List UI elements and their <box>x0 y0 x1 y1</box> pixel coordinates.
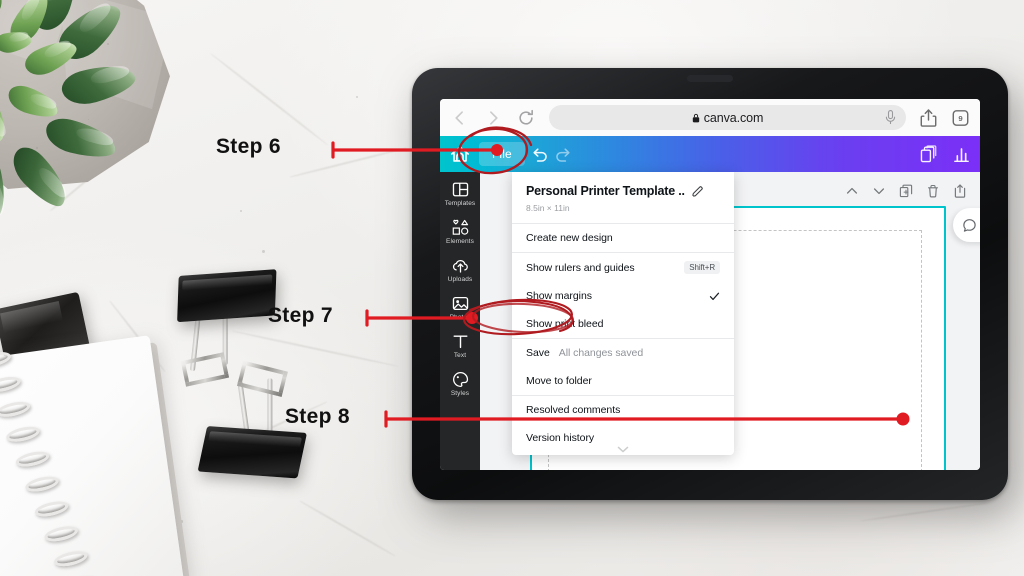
menu-item-shortcut: Shift+R <box>684 261 720 274</box>
sidebar-label-elements: Elements <box>446 238 474 245</box>
pencil-icon[interactable] <box>691 185 704 198</box>
tablet-screen: canva.com 9 File Templates Elements Uplo… <box>440 99 980 470</box>
menu-item-label: Resolved comments <box>526 404 621 416</box>
file-dropdown-menu: Personal Printer Template .. 8.5in × 11i… <box>512 172 734 455</box>
page-toolbar <box>845 184 967 198</box>
menu-item-label: Show print bleed <box>526 318 604 330</box>
trash-icon[interactable] <box>926 184 940 198</box>
elements-icon <box>452 219 468 235</box>
address-bar[interactable]: canva.com <box>549 105 906 130</box>
menu-header: Personal Printer Template .. 8.5in × 11i… <box>512 172 734 223</box>
comment-button[interactable] <box>953 208 980 242</box>
canva-home-icon[interactable] <box>449 144 471 164</box>
text-icon <box>453 335 467 349</box>
menu-item-save[interactable]: Save All changes saved <box>512 339 734 367</box>
comment-bubble-icon <box>963 218 976 232</box>
menu-item-show-margins[interactable]: Show margins <box>512 282 734 310</box>
duplicate-pages-icon[interactable] <box>919 144 938 164</box>
arrow-right-icon[interactable] <box>483 108 503 128</box>
chevron-down-icon[interactable] <box>617 446 629 453</box>
photos-icon <box>452 296 468 311</box>
menu-item-label: Create new design <box>526 232 613 244</box>
templates-icon <box>452 182 468 197</box>
upload-cloud-icon <box>452 260 468 273</box>
canva-sidebar: Templates Elements Uploads Photos Text S… <box>440 172 480 470</box>
binder-clip <box>174 268 301 387</box>
redo-icon[interactable] <box>554 145 573 164</box>
file-button[interactable]: File <box>479 142 525 166</box>
document-size: 8.5in × 11in <box>526 203 570 213</box>
sidebar-item-text[interactable]: Text <box>440 332 480 359</box>
menu-item-label: Save <box>526 347 550 359</box>
menu-item-show-print-bleed[interactable]: Show print bleed <box>512 310 734 338</box>
browser-toolbar: canva.com 9 <box>440 99 980 136</box>
reload-icon[interactable] <box>516 108 536 128</box>
add-page-icon[interactable] <box>953 184 967 198</box>
chart-icon[interactable] <box>952 145 971 164</box>
menu-item-label: Show rulers and guides <box>526 261 635 274</box>
canvas-area: Personal Printer Template .. 8.5in × 11i… <box>480 172 980 470</box>
share-icon[interactable] <box>919 108 938 128</box>
duplicate-page-icon[interactable] <box>899 184 913 198</box>
menu-item-show-rulers-and-guides[interactable]: Show rulers and guides Shift+R <box>512 253 734 282</box>
tabs-count-text: 9 <box>958 114 963 123</box>
arrow-left-icon[interactable] <box>450 108 470 128</box>
sidebar-label-styles: Styles <box>450 390 470 397</box>
tablet-device: canva.com 9 File Templates Elements Uplo… <box>412 68 1008 500</box>
menu-title-row: Personal Printer Template .. <box>526 184 720 198</box>
sidebar-label-templates: Templates <box>444 200 476 207</box>
check-icon <box>709 292 720 300</box>
menu-item-move-to-folder[interactable]: Move to folder <box>512 367 734 395</box>
lock-icon <box>692 113 699 122</box>
chevron-down-icon[interactable] <box>872 184 886 198</box>
sidebar-item-elements[interactable]: Elements <box>440 218 480 245</box>
sidebar-item-templates[interactable]: Templates <box>440 180 480 207</box>
binder-clip <box>197 360 328 488</box>
save-status-text: All changes saved <box>558 347 644 359</box>
canva-toolbar: File <box>440 136 980 172</box>
document-title: Personal Printer Template .. <box>526 184 685 198</box>
chevron-up-icon[interactable] <box>845 184 859 198</box>
tabs-icon[interactable]: 9 <box>951 108 970 128</box>
canva-editor-body: Templates Elements Uploads Photos Text S… <box>440 172 980 470</box>
styles-palette-icon <box>452 372 468 387</box>
undo-icon[interactable] <box>530 145 549 164</box>
menu-item-resolved-comments[interactable]: Resolved comments <box>512 396 734 424</box>
menu-item-label: Version history <box>526 432 595 444</box>
menu-item-create-new-design[interactable]: Create new design <box>512 224 734 252</box>
sidebar-label-uploads: Uploads <box>447 276 473 283</box>
sidebar-item-uploads[interactable]: Uploads <box>440 256 480 283</box>
microphone-icon[interactable] <box>885 110 896 125</box>
menu-item-label: Show margins <box>526 290 592 302</box>
sidebar-item-styles[interactable]: Styles <box>440 370 480 397</box>
url-text: canva.com <box>703 110 764 125</box>
tablet-camera-notch <box>687 75 733 82</box>
menu-item-label: Move to folder <box>526 375 592 387</box>
sidebar-label-photos: Photos <box>449 314 471 321</box>
spiral-notebook <box>0 335 192 576</box>
sidebar-label-text: Text <box>453 352 467 359</box>
sidebar-item-photos[interactable]: Photos <box>440 294 480 321</box>
succulent-plant <box>0 0 192 224</box>
